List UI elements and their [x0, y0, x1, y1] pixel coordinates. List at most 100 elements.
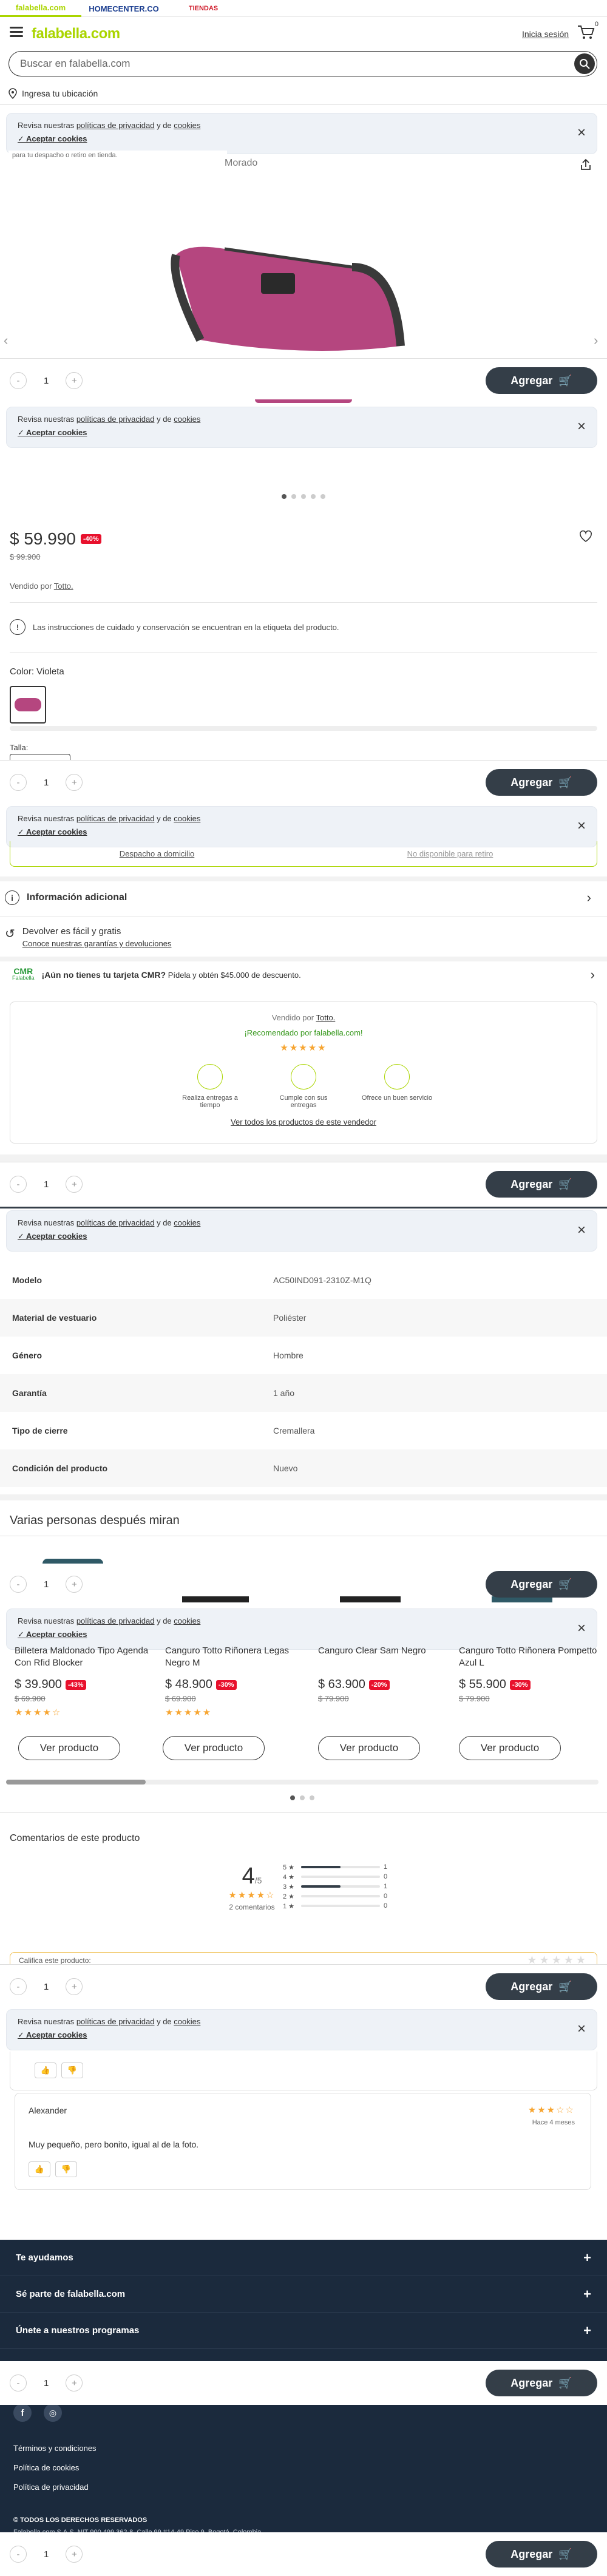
cookies-policy-link[interactable]: Política de cookies — [13, 2458, 97, 2478]
add-to-cart-button[interactable]: Agregar 🛒 — [486, 367, 597, 394]
qty-plus-button[interactable]: + — [66, 372, 83, 389]
privacy-link[interactable]: políticas de privacidad — [76, 121, 155, 130]
qty-value[interactable]: 1 — [44, 376, 49, 386]
falabella-logo[interactable]: falabella.com — [32, 25, 120, 42]
related-product-card[interactable]: Billetera Maldonado Tipo Agenda Con Rfid… — [15, 1645, 165, 1718]
accept-cookies-button[interactable]: ✓ Aceptar cookies — [18, 1630, 87, 1639]
search-input[interactable]: Buscar en falabella.com — [8, 51, 597, 76]
qty-plus-button[interactable]: + — [66, 1576, 83, 1593]
qty-value[interactable]: 1 — [44, 1982, 49, 1992]
qty-plus-button[interactable]: + — [66, 774, 83, 791]
close-icon[interactable]: × — [577, 418, 586, 435]
qty-minus-button[interactable]: - — [10, 774, 27, 791]
related-product-card[interactable]: Canguro Totto Riñonera Legas Negro M $ 4… — [165, 1645, 316, 1718]
cookies-link[interactable]: cookies — [174, 814, 200, 823]
related-product-card[interactable]: Canguro Clear Sam Negro $ 63.900 -20% $ 7… — [318, 1645, 469, 1703]
cart-icon[interactable]: 0 — [577, 21, 599, 40]
accept-cookies-button[interactable]: ✓ Aceptar cookies — [18, 2030, 87, 2040]
facebook-icon[interactable]: f — [13, 2404, 32, 2422]
swatch-scrollbar[interactable] — [10, 726, 597, 731]
seller-link[interactable]: Totto. — [316, 1013, 335, 1022]
menu-icon[interactable] — [10, 27, 23, 38]
footer-row-parte[interactable]: Sé parte de falabella.com + — [0, 2276, 607, 2313]
privacy-link[interactable]: políticas de privacidad — [76, 814, 155, 823]
share-icon[interactable] — [579, 158, 592, 174]
cookies-link[interactable]: cookies — [174, 1616, 200, 1625]
qty-minus-button[interactable]: - — [10, 1978, 27, 1995]
thumbs-down-icon[interactable]: 👎 — [61, 2062, 83, 2078]
privacy-link[interactable]: políticas de privacidad — [76, 415, 155, 424]
view-product-button[interactable]: Ver producto — [163, 1736, 265, 1760]
additional-info-row[interactable]: i Información adicional › — [0, 883, 607, 913]
seller-link[interactable]: Totto. — [54, 581, 73, 591]
privacy-link[interactable]: políticas de privacidad — [76, 1616, 155, 1625]
accept-cookies-button[interactable]: ✓ Aceptar cookies — [18, 428, 87, 438]
qty-minus-button[interactable]: - — [10, 1176, 27, 1193]
view-product-button[interactable]: Ver producto — [18, 1736, 120, 1760]
cookies-link[interactable]: cookies — [174, 1218, 200, 1227]
privacy-link[interactable]: políticas de privacidad — [76, 2017, 155, 2026]
qty-value[interactable]: 1 — [44, 2378, 49, 2388]
image-pagination[interactable] — [282, 494, 325, 499]
home-delivery-option[interactable]: Despacho a domicilio — [10, 841, 304, 866]
seller-products-link[interactable]: Ver todos los productos de este vendedor — [10, 1117, 597, 1127]
tab-homecenter[interactable]: HOMECENTER.CO — [81, 0, 166, 17]
qty-value[interactable]: 1 — [44, 778, 49, 788]
returns-link[interactable]: Conoce nuestras garantías y devoluciones — [22, 939, 172, 948]
footer-row-ayuda[interactable]: Te ayudamos + — [0, 2240, 607, 2276]
add-to-cart-button[interactable]: Agregar 🛒 — [486, 1973, 597, 2000]
qty-value[interactable]: 1 — [44, 1579, 49, 1590]
accept-cookies-button[interactable]: ✓ Aceptar cookies — [18, 1232, 87, 1241]
add-to-cart-button[interactable]: Agregar 🛒 — [486, 1571, 597, 1598]
cookies-link[interactable]: cookies — [174, 2017, 200, 2026]
cmr-banner[interactable]: CMR Falabella ¡Aún no tienes tu tarjeta C… — [0, 961, 607, 988]
qty-plus-button[interactable]: + — [66, 1978, 83, 1995]
accept-cookies-button[interactable]: ✓ Aceptar cookies — [18, 134, 87, 144]
prev-image-arrow[interactable]: ‹ — [4, 333, 8, 348]
close-icon[interactable]: × — [577, 124, 586, 141]
next-image-arrow[interactable]: › — [594, 333, 598, 348]
footer-row-programas[interactable]: Únete a nuestros programas + — [0, 2313, 607, 2349]
add-to-cart-button[interactable]: Agregar 🛒 — [486, 2370, 597, 2396]
qty-minus-button[interactable]: - — [10, 2374, 27, 2391]
view-product-button[interactable]: Ver producto — [318, 1736, 420, 1760]
qty-value[interactable]: 1 — [44, 2549, 49, 2560]
thumbs-up-icon[interactable]: 👍 — [35, 2062, 56, 2078]
color-swatch-violeta[interactable] — [10, 686, 46, 724]
add-to-cart-button[interactable]: Agregar 🛒 — [486, 1171, 597, 1198]
privacy-policy-link[interactable]: Política de privacidad — [13, 2478, 97, 2497]
store-pickup-option[interactable]: No disponible para retiro — [304, 841, 597, 866]
qty-plus-button[interactable]: + — [66, 2546, 83, 2563]
accept-cookies-button[interactable]: ✓ Aceptar cookies — [18, 827, 87, 837]
qty-value[interactable]: 1 — [44, 1179, 49, 1190]
privacy-link[interactable]: políticas de privacidad — [76, 1218, 155, 1227]
rating-bar-label: 3 ★ — [283, 1883, 295, 1891]
qty-minus-button[interactable]: - — [10, 1576, 27, 1593]
add-to-cart-button[interactable]: Agregar 🛒 — [486, 2541, 597, 2568]
related-scrollbar[interactable] — [6, 1780, 599, 1785]
instagram-icon[interactable]: ◎ — [44, 2404, 62, 2422]
tab-falabella[interactable]: falabella.com — [0, 0, 81, 17]
search-icon[interactable] — [574, 53, 595, 74]
qty-minus-button[interactable]: - — [10, 2546, 27, 2563]
close-icon[interactable]: × — [577, 818, 586, 835]
close-icon[interactable]: × — [577, 1620, 586, 1637]
thumbs-down-icon[interactable]: 👎 — [55, 2161, 77, 2177]
cookies-link[interactable]: cookies — [174, 415, 200, 424]
qty-plus-button[interactable]: + — [66, 1176, 83, 1193]
terms-link[interactable]: Términos y condiciones — [13, 2439, 97, 2458]
close-icon[interactable]: × — [577, 2021, 586, 2038]
view-product-button[interactable]: Ver producto — [459, 1736, 561, 1760]
related-pagination[interactable] — [290, 1795, 314, 1800]
heart-icon[interactable] — [579, 530, 592, 545]
qty-minus-button[interactable]: - — [10, 372, 27, 389]
related-product-card[interactable]: Canguro Totto Riñonera Pompetto Azul L $… — [459, 1645, 607, 1703]
tab-tiendas[interactable]: TIENDAS — [176, 0, 231, 17]
thumbs-up-icon[interactable]: 👍 — [29, 2161, 50, 2177]
qty-plus-button[interactable]: + — [66, 2374, 83, 2391]
close-icon[interactable]: × — [577, 1222, 586, 1239]
add-to-cart-button[interactable]: Agregar 🛒 — [486, 769, 597, 796]
location-selector[interactable]: Ingresa tu ubicación — [8, 88, 98, 99]
cookies-link[interactable]: cookies — [174, 121, 200, 130]
login-link[interactable]: Inicia sesión — [522, 29, 569, 39]
